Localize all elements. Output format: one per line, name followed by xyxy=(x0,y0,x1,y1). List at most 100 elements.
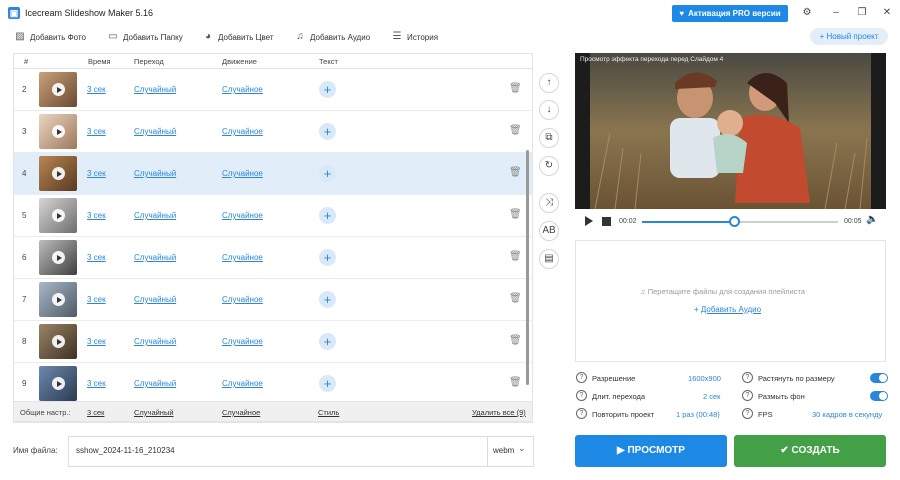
format-select[interactable]: webm xyxy=(493,446,514,455)
help-icon[interactable]: ? xyxy=(576,408,587,419)
global-time-link[interactable]: 3 сек xyxy=(87,408,104,417)
help-icon[interactable]: ? xyxy=(742,408,753,419)
filename-value[interactable]: sshow_2024-11-16_210234 xyxy=(76,446,175,455)
slide-thumbnail[interactable] xyxy=(39,324,77,359)
slide-thumbnail[interactable] xyxy=(39,366,77,401)
audio-drop-zone[interactable] xyxy=(575,240,886,362)
caption-icon[interactable]: ▤ xyxy=(539,249,559,269)
trash-icon[interactable]: 🗑 xyxy=(509,335,522,347)
add-text-button[interactable]: + xyxy=(319,123,336,140)
time-link[interactable]: 3 сек xyxy=(87,337,106,346)
time-link[interactable]: 3 сек xyxy=(87,85,106,94)
motion-link[interactable]: Случайное xyxy=(222,253,263,262)
table-row[interactable]: 6 3 сек Случайный Случайное + 🗑 xyxy=(14,237,532,279)
add-text-button[interactable]: + xyxy=(319,333,336,350)
add-text-button[interactable]: + xyxy=(319,81,336,98)
motion-link[interactable]: Случайное xyxy=(222,379,263,388)
delete-all-link[interactable]: Удалить все (9) xyxy=(472,408,526,417)
table-row[interactable]: 8 3 сек Случайный Случайное + 🗑 xyxy=(14,321,532,363)
new-project-button[interactable]: + Новый проект xyxy=(810,28,888,45)
trash-icon[interactable]: 🗑 xyxy=(509,125,522,137)
time-link[interactable]: 3 сек xyxy=(87,295,106,304)
add-text-button[interactable]: + xyxy=(319,207,336,224)
settings-gear-icon[interactable]: ⚙ xyxy=(800,6,814,20)
table-row[interactable]: 9 3 сек Случайный Случайное + 🗑 xyxy=(14,363,532,405)
crop-icon[interactable]: ⧉ xyxy=(539,128,559,148)
add-audio-link[interactable]: + Добавить Аудио xyxy=(694,305,761,314)
time-link[interactable]: 3 сек xyxy=(87,211,106,220)
table-row-selected[interactable]: 4 3 сек Случайный Случайное + 🗑 xyxy=(14,153,532,195)
motion-link[interactable]: Случайное xyxy=(222,295,263,304)
table-row[interactable]: 2 3 сек Случайный Случайное + 🗑 xyxy=(14,69,532,111)
resolution-value[interactable]: 1600x900 xyxy=(688,374,721,383)
repeat-value[interactable]: 1 раз (00:48) xyxy=(676,410,720,419)
move-down-icon[interactable]: ↓ xyxy=(539,100,559,120)
add-photo-button[interactable]: ▨ Добавить Фото xyxy=(14,30,86,44)
slide-thumbnail[interactable] xyxy=(39,240,77,275)
transition-link[interactable]: Случайный xyxy=(134,85,176,94)
global-motion-link[interactable]: Случайное xyxy=(222,408,260,417)
create-button[interactable]: ✔ СОЗДАТЬ xyxy=(734,435,886,467)
text-ab-icon[interactable]: AB xyxy=(539,221,559,241)
motion-link[interactable]: Случайное xyxy=(222,337,263,346)
style-link[interactable]: Стиль xyxy=(318,408,339,417)
transition-link[interactable]: Случайный xyxy=(134,253,176,262)
fps-value[interactable]: 30 кадров в секунду xyxy=(812,410,882,419)
stop-icon[interactable] xyxy=(602,217,611,226)
transition-link[interactable]: Случайный xyxy=(134,337,176,346)
minimize-button[interactable]: – xyxy=(829,6,843,20)
help-icon[interactable]: ? xyxy=(742,372,753,383)
shuffle-icon[interactable]: ⤨ xyxy=(539,193,559,213)
slide-thumbnail[interactable] xyxy=(39,114,77,149)
move-up-icon[interactable]: ↑ xyxy=(539,73,559,93)
time-link[interactable]: 3 сек xyxy=(87,127,106,136)
close-button[interactable]: ✕ xyxy=(880,6,894,20)
add-text-button[interactable]: + xyxy=(319,375,336,392)
rotate-icon[interactable]: ↻ xyxy=(539,156,559,176)
transition-length-value[interactable]: 2 сек xyxy=(703,392,720,401)
transition-link[interactable]: Случайный xyxy=(134,169,176,178)
motion-link[interactable]: Случайное xyxy=(222,85,263,94)
time-link[interactable]: 3 сек xyxy=(87,253,106,262)
transition-link[interactable]: Случайный xyxy=(134,379,176,388)
motion-link[interactable]: Случайное xyxy=(222,127,263,136)
add-text-button[interactable]: + xyxy=(319,291,336,308)
volume-icon[interactable]: 🔈 xyxy=(866,214,878,225)
motion-link[interactable]: Случайное xyxy=(222,169,263,178)
trash-icon[interactable]: 🗑 xyxy=(509,167,522,179)
history-button[interactable]: ☰ История xyxy=(391,30,439,44)
slide-thumbnail[interactable] xyxy=(39,156,77,191)
help-icon[interactable]: ? xyxy=(576,390,587,401)
preview-button[interactable]: ▶ ПРОСМОТР xyxy=(575,435,727,467)
motion-link[interactable]: Случайное xyxy=(222,211,263,220)
add-audio-button[interactable]: ♫ Добавить Аудио xyxy=(294,30,370,44)
stretch-toggle[interactable] xyxy=(870,373,888,383)
chevron-down-icon[interactable]: ⌄ xyxy=(518,443,526,454)
add-text-button[interactable]: + xyxy=(319,165,336,182)
global-transition-link[interactable]: Случайный xyxy=(134,408,174,417)
transition-link[interactable]: Случайный xyxy=(134,211,176,220)
slide-thumbnail[interactable] xyxy=(39,282,77,317)
blur-toggle[interactable] xyxy=(870,391,888,401)
add-folder-button[interactable]: ▭ Добавить Папку xyxy=(107,30,182,44)
slide-thumbnail[interactable] xyxy=(39,72,77,107)
trash-icon[interactable]: 🗑 xyxy=(509,377,522,389)
time-link[interactable]: 3 сек xyxy=(87,379,106,388)
help-icon[interactable]: ? xyxy=(576,372,587,383)
time-link[interactable]: 3 сек xyxy=(87,169,106,178)
trash-icon[interactable]: 🗑 xyxy=(509,293,522,305)
pro-activation-button[interactable]: ♥ Активация PRO версии xyxy=(672,5,788,22)
table-row[interactable]: 5 3 сек Случайный Случайное + 🗑 xyxy=(14,195,532,237)
help-icon[interactable]: ? xyxy=(742,390,753,401)
table-row[interactable]: 3 3 сек Случайный Случайное + 🗑 xyxy=(14,111,532,153)
play-icon[interactable] xyxy=(585,216,593,226)
trash-icon[interactable]: 🗑 xyxy=(509,251,522,263)
add-color-button[interactable]: ◕ Добавить Цвет xyxy=(202,30,274,44)
transition-link[interactable]: Случайный xyxy=(134,127,176,136)
transition-link[interactable]: Случайный xyxy=(134,295,176,304)
maximize-button[interactable]: ❐ xyxy=(855,6,869,20)
table-row[interactable]: 7 3 сек Случайный Случайное + 🗑 xyxy=(14,279,532,321)
trash-icon[interactable]: 🗑 xyxy=(509,209,522,221)
slide-thumbnail[interactable] xyxy=(39,198,77,233)
trash-icon[interactable]: 🗑 xyxy=(509,83,522,95)
